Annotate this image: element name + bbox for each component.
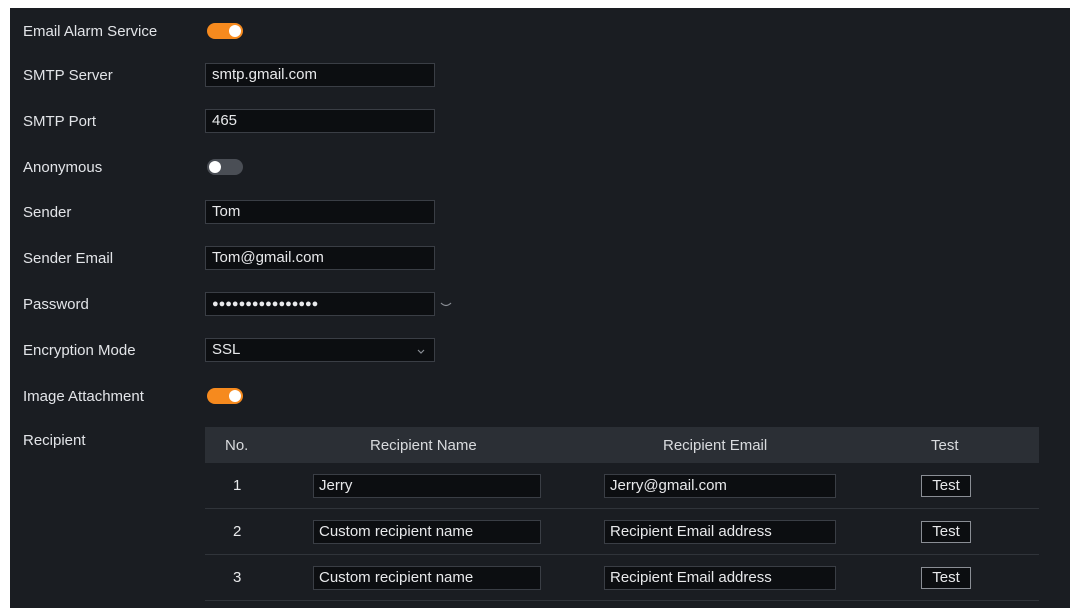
recipient-email-input[interactable]: Recipient Email address <box>604 519 836 544</box>
eye-icon[interactable] <box>439 297 453 311</box>
recipient-email-input[interactable]: Recipient Email address <box>604 565 836 590</box>
smtp-server-label: SMTP Server <box>23 66 113 84</box>
toggle-knob <box>229 390 241 402</box>
recipients-table: No. Recipient Name Recipient Email Test … <box>205 427 1039 601</box>
test-button[interactable]: Test <box>921 520 971 543</box>
email-settings-panel: Email Alarm Service SMTP Server smtp.gma… <box>10 8 1070 608</box>
header-recipient-name: Recipient Name <box>370 436 477 454</box>
sender-email-input[interactable]: Tom@gmail.com <box>205 246 435 270</box>
header-test: Test <box>931 436 959 454</box>
row-number: 3 <box>233 569 242 586</box>
recipient-name-input[interactable]: Custom recipient name <box>313 519 541 544</box>
recipient-name-input[interactable]: Custom recipient name <box>313 565 541 590</box>
email-alarm-service-label: Email Alarm Service <box>23 22 158 40</box>
smtp-port-label: SMTP Port <box>23 112 97 130</box>
sender-label: Sender <box>23 203 72 221</box>
header-recipient-email: Recipient Email <box>663 436 768 454</box>
toggle-knob <box>209 161 221 173</box>
row-number: 1 <box>233 477 242 494</box>
encryption-mode-label: Encryption Mode <box>23 341 136 359</box>
password-input[interactable]: ●●●●●●●●●●●●●●●● <box>205 292 435 316</box>
anonymous-toggle[interactable] <box>207 159 243 175</box>
toggle-knob <box>229 25 241 37</box>
chevron-down-icon <box>416 343 426 357</box>
test-button[interactable]: Test <box>921 474 971 497</box>
encryption-mode-select[interactable]: SSL <box>205 338 435 362</box>
row-number: 2 <box>233 523 242 540</box>
table-row: 3 Custom recipient name Recipient Email … <box>205 555 1039 601</box>
smtp-port-input[interactable]: 465 <box>205 109 435 133</box>
anonymous-label: Anonymous <box>23 158 103 176</box>
image-attachment-label: Image Attachment <box>23 387 144 405</box>
smtp-server-input[interactable]: smtp.gmail.com <box>205 63 435 87</box>
recipient-name-input[interactable]: Jerry <box>313 473 541 498</box>
table-row: 2 Custom recipient name Recipient Email … <box>205 509 1039 555</box>
recipient-label: Recipient <box>23 431 86 449</box>
sender-input[interactable]: Tom <box>205 200 435 224</box>
test-button[interactable]: Test <box>921 566 971 589</box>
table-header: No. Recipient Name Recipient Email Test <box>205 427 1039 463</box>
email-alarm-service-toggle[interactable] <box>207 23 243 39</box>
recipient-email-input[interactable]: Jerry@gmail.com <box>604 473 836 498</box>
encryption-mode-value: SSL <box>212 341 241 358</box>
password-label: Password <box>23 295 89 313</box>
header-no: No. <box>225 436 249 454</box>
table-row: 1 Jerry Jerry@gmail.com Test <box>205 463 1039 509</box>
image-attachment-toggle[interactable] <box>207 388 243 404</box>
sender-email-label: Sender Email <box>23 249 114 267</box>
